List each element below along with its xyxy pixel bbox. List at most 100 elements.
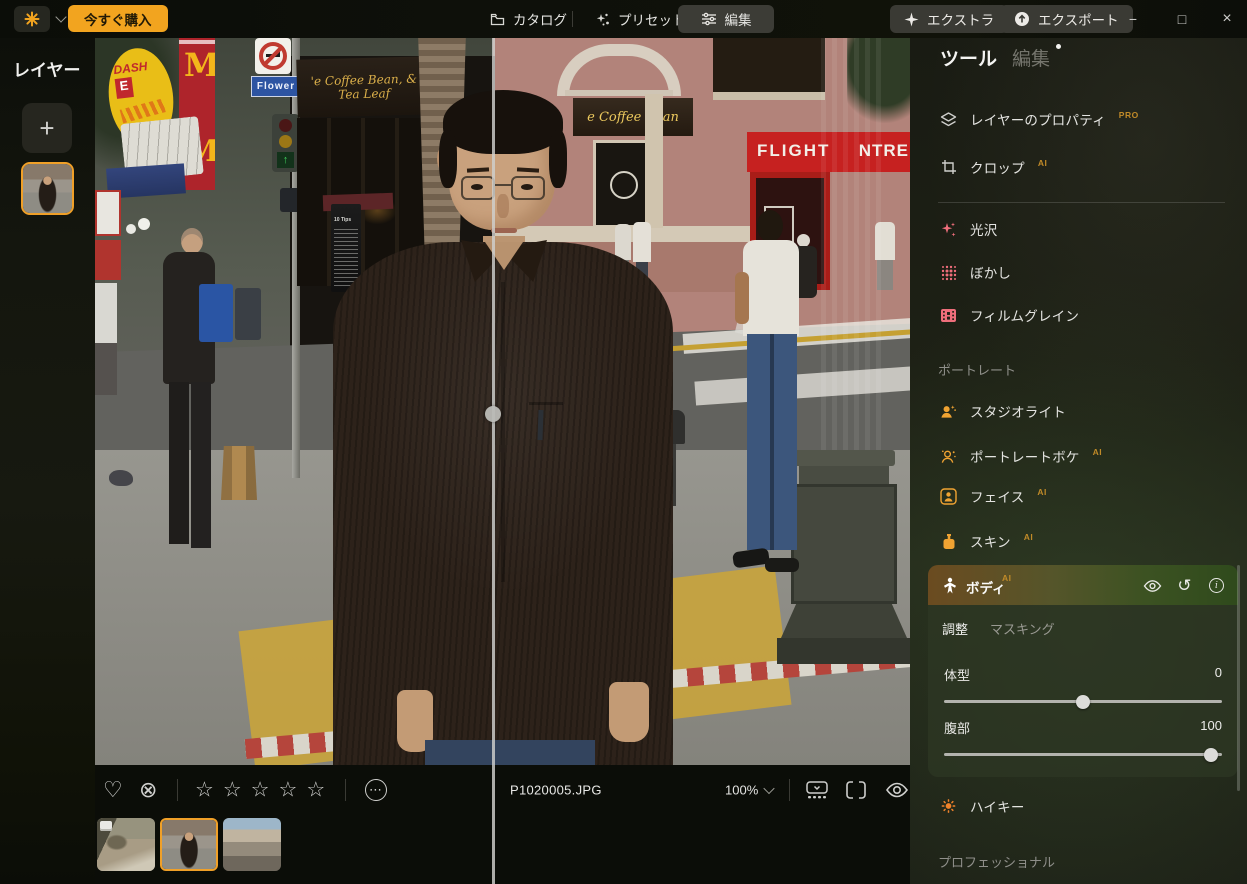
compare-view-icon[interactable] (845, 780, 867, 800)
mcdonalds-m-arches: M (184, 46, 215, 84)
wtm-head (757, 210, 783, 242)
photo-newspaper-box-2 (235, 288, 261, 340)
dash-sign-text: DASH (113, 59, 148, 77)
photo-traffic-light: ↑ (272, 114, 299, 172)
professional-section-header: プロフェッショナル (938, 852, 1055, 871)
tool-label: ポートレートボケ (970, 446, 1080, 466)
flight-sign-text: FLIGHT (757, 141, 830, 161)
visibility-eye-icon[interactable] (1143, 576, 1162, 595)
tool-skin[interactable]: スキン AI (940, 530, 1033, 552)
photo-parking-sign (95, 190, 121, 236)
app-logo-button[interactable] (14, 6, 50, 32)
subject-glasses-bridge (495, 184, 511, 186)
add-layer-button[interactable]: + (22, 103, 72, 153)
buy-now-button[interactable]: 今すぐ購入 (68, 5, 168, 32)
pedestal-cap (793, 450, 895, 466)
tab-edit[interactable]: 編集 (678, 5, 774, 33)
tool-label: スタジオライト (970, 401, 1066, 421)
minimize-button[interactable]: − (1113, 0, 1153, 38)
body-tab-adjust[interactable]: 調整 (942, 619, 968, 638)
star-icon[interactable]: ☆ (278, 778, 297, 803)
star-icon[interactable]: ☆ (223, 778, 242, 803)
photo-flower-street-sign: Flower (251, 76, 301, 97)
tool-label: レイヤーのプロパティ (970, 109, 1106, 129)
tab-presets-label: プリセット (618, 9, 686, 29)
topbar-divider (572, 11, 573, 27)
portrait-section-header: ポートレート (938, 360, 1016, 379)
layer-thumbnail-image (23, 164, 72, 213)
body-tool-label: ボディ (966, 577, 1006, 597)
reset-undo-icon[interactable]: ↺ (1175, 576, 1194, 595)
tool-glow[interactable]: 光沢 (940, 218, 997, 240)
body-tool-header[interactable]: ボディ AI ↺ i (928, 565, 1238, 605)
tools-panel: ツール 編集 レイヤーのプロパティ PRO クロップ AI 光沢 ぼかし フィル… (910, 38, 1247, 884)
top-bar: 今すぐ購入 カタログ プリセット 編集 エクストラ エクスポート − □ × (0, 0, 1247, 38)
slider-abdomen-track[interactable] (944, 753, 1222, 756)
thumbnail-3-image (223, 818, 281, 871)
slider-body-shape-handle[interactable] (1076, 695, 1090, 709)
filmstrip-thumbnail-1[interactable] (97, 818, 155, 871)
filmstrip-thumbnail-2-selected[interactable] (160, 818, 218, 871)
maximize-button[interactable]: □ (1162, 0, 1202, 38)
tool-label: ハイキー (970, 796, 1025, 816)
tool-face[interactable]: フェイス AI (940, 485, 1047, 507)
filmstrip-thumbnail-3[interactable] (223, 818, 281, 871)
filmstrip-toggle-icon[interactable] (805, 780, 829, 800)
layer-thumbnail[interactable] (21, 162, 74, 215)
slider-abdomen-handle[interactable] (1204, 748, 1218, 762)
star-rating[interactable]: ☆ ☆ ☆ ☆ ☆ (195, 778, 325, 803)
thumbnail-2-image (162, 820, 216, 869)
subject-placket (501, 282, 505, 582)
tool-layer-properties[interactable]: レイヤーのプロパティ PRO (940, 108, 1139, 130)
tab-catalog[interactable]: カタログ (480, 5, 577, 33)
pedestal-neck (799, 466, 889, 484)
tab-edit-label: 編集 (725, 9, 752, 29)
close-button[interactable]: × (1207, 0, 1247, 38)
tool-label: 光沢 (970, 219, 997, 239)
tool-label: スキン (970, 531, 1011, 551)
tool-high-key[interactable]: ハイキー (940, 795, 1025, 817)
tool-studio-light[interactable]: スタジオライト (940, 400, 1066, 422)
chevron-down-icon (764, 783, 775, 794)
preview-eye-icon[interactable] (885, 781, 909, 799)
suit-man-leg-left (169, 382, 189, 544)
panel-scrollbar[interactable] (1237, 565, 1240, 791)
film-grain-icon (940, 307, 957, 324)
chevron-down-icon[interactable] (55, 11, 66, 22)
wtm-shirt (743, 240, 799, 336)
subject-pen (537, 410, 543, 440)
maximize-glyph: □ (1178, 11, 1186, 27)
toolbar-divider (177, 779, 178, 801)
compare-slider-handle[interactable] (485, 406, 501, 422)
favorite-heart-icon[interactable]: ♡ (103, 779, 123, 801)
star-icon[interactable]: ☆ (306, 778, 325, 803)
toolbar-divider-3 (789, 779, 790, 801)
reject-icon[interactable]: ⊗ (139, 779, 157, 801)
star-icon[interactable]: ☆ (195, 778, 214, 803)
close-glyph: × (1222, 10, 1231, 28)
panel-tab-tools[interactable]: ツール (940, 44, 997, 71)
photo-canvas[interactable]: DASH E M M Flower ↑ 'e Coffee Bean, & Te… (95, 38, 910, 765)
compare-slider-line[interactable] (492, 38, 495, 884)
more-options-icon[interactable]: ⋯ (365, 779, 387, 801)
tool-crop[interactable]: クロップ AI (940, 156, 1047, 178)
subject-nose (497, 194, 509, 218)
zoom-dropdown[interactable]: 100% (725, 783, 773, 798)
extras-button[interactable]: エクストラ (890, 5, 1008, 33)
tool-blur[interactable]: ぼかし (940, 261, 1011, 283)
star-icon[interactable]: ☆ (251, 778, 270, 803)
tool-film-grain[interactable]: フィルムグレイン (940, 304, 1079, 326)
photo-building2-cornice (713, 92, 825, 100)
info-icon[interactable]: i (1207, 576, 1226, 595)
subject-hair-side-left (439, 130, 457, 188)
ai-badge: AI (1024, 532, 1034, 542)
body-tab-masking[interactable]: マスキング (990, 619, 1055, 638)
photo-no-right-turn-sign (255, 38, 291, 74)
tool-portrait-bokeh[interactable]: ポートレートボケ AI (940, 445, 1102, 467)
slider-body-shape-track[interactable] (944, 700, 1222, 703)
tab-catalog-label: カタログ (513, 9, 567, 29)
panel-tab-edits[interactable]: 編集 (1012, 44, 1050, 71)
photo-white-tee-man (735, 210, 805, 600)
app-window: { "topbar": { "buy_button": "今すぐ購入", "ta… (0, 0, 1247, 884)
flower-sign-text: Flower (257, 81, 295, 92)
